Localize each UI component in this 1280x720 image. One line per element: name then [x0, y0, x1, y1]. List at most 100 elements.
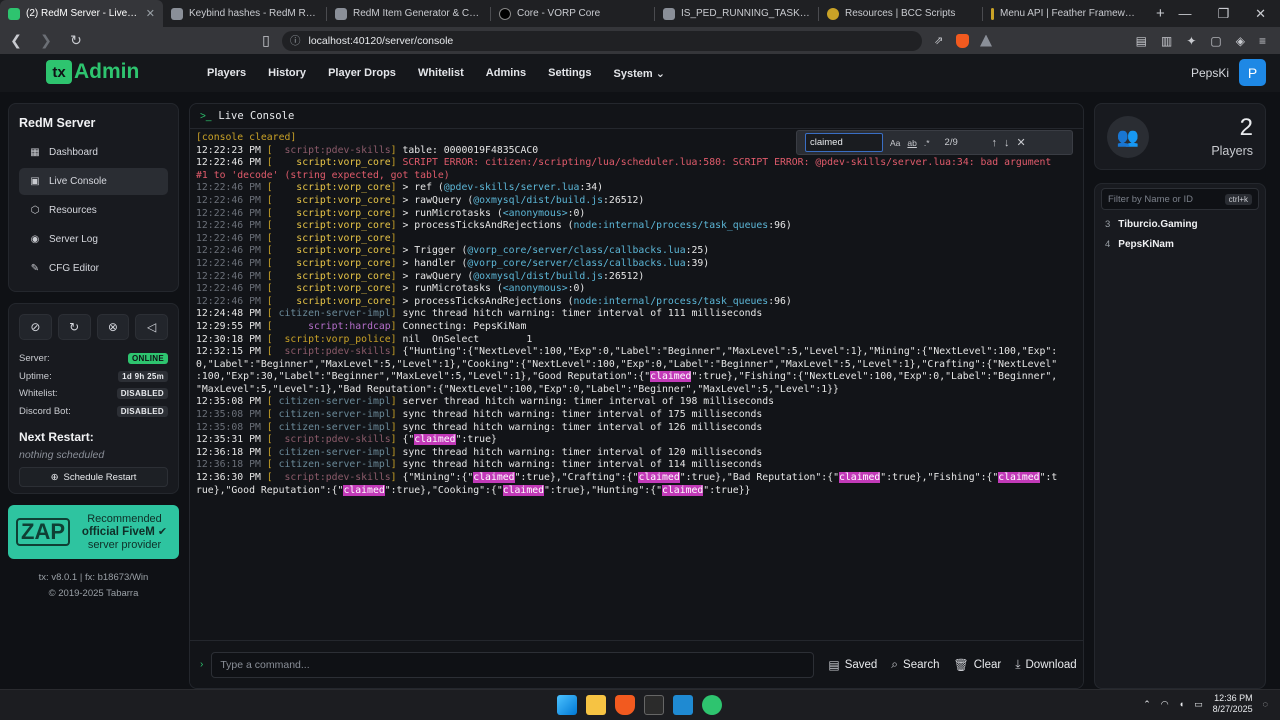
share-icon[interactable]: ⇗: [934, 34, 943, 47]
whitelist-row: Whitelist: DISABLED: [19, 385, 168, 403]
arrow-down-icon[interactable]: ↓: [1004, 137, 1010, 149]
nav-settings[interactable]: Settings: [537, 67, 602, 79]
player-row[interactable]: 4 PepsKiNam: [1095, 234, 1265, 254]
announce-button[interactable]: ◁: [135, 314, 168, 340]
sidebar-item-server-log[interactable]: ◉ Server Log: [19, 226, 168, 253]
browser-tab[interactable]: RedM Item Generator & Converter: [327, 0, 490, 27]
match-case-toggle[interactable]: Aa: [890, 138, 900, 148]
server-control-buttons: ⊘ ↻ ⊗ ◁: [19, 314, 168, 340]
browser-tab[interactable]: Menu API | Feather Framework: [983, 0, 1146, 27]
kick-all-button[interactable]: ⊗: [96, 314, 130, 340]
user-menu[interactable]: PepsKi P: [1191, 59, 1266, 86]
nav-system[interactable]: System ⌄: [603, 67, 676, 80]
discord-badge: DISABLED: [116, 405, 168, 417]
player-count: 2: [1239, 114, 1253, 141]
search-button[interactable]: ⌕ Search: [891, 657, 939, 672]
terminal-icon[interactable]: [644, 695, 664, 715]
site-favicon-icon: [335, 7, 347, 20]
sidebar-item-resources[interactable]: ⬡ Resources: [19, 197, 168, 224]
hs-app-icon[interactable]: [702, 695, 722, 715]
windows-start-icon[interactable]: [557, 695, 577, 715]
brave-browser-icon[interactable]: [615, 695, 635, 715]
saved-button[interactable]: ▤ Saved: [828, 658, 877, 672]
find-input[interactable]: claimed: [805, 133, 883, 152]
stop-server-button[interactable]: ⊘: [19, 314, 52, 340]
log-line: 12:22:46 PM [ script:vorp_core] > rawQue…: [196, 270, 645, 282]
file-download-icon: ⤓: [1015, 657, 1021, 671]
close-find-icon[interactable]: ✕: [1017, 136, 1026, 149]
site-info-icon[interactable]: ⓘ: [290, 33, 301, 48]
site-favicon-icon: [171, 7, 183, 20]
sidebar-icon[interactable]: ▥: [1161, 34, 1172, 48]
reader-mode-icon[interactable]: ▤: [1136, 34, 1147, 48]
window-controls: — ❐ ✕: [1178, 6, 1280, 22]
chevron-up-icon[interactable]: ⌃: [1143, 699, 1151, 710]
nav-whitelist[interactable]: Whitelist: [407, 67, 475, 79]
notification-icon[interactable]: ◌: [1263, 699, 1268, 709]
clear-button[interactable]: 🗑 Clear: [953, 658, 1001, 672]
clock[interactable]: 12:36 PM 8/27/2025: [1213, 693, 1253, 715]
extensions-icon[interactable]: ✦: [1186, 34, 1196, 48]
download-button[interactable]: ⤓ Download: [1015, 657, 1076, 672]
reload-icon[interactable]: ↻: [68, 32, 84, 49]
command-bar: › Type a command... ▤ Saved ⌕ Search 🗑 Clea…: [190, 640, 1083, 688]
file-explorer-icon[interactable]: [586, 695, 606, 715]
vscode-icon[interactable]: [673, 695, 693, 715]
log-line: 12:30:18 PM [ script:vorp_police] nil On…: [196, 333, 533, 345]
regex-toggle[interactable]: .*: [924, 138, 930, 148]
wifi-icon[interactable]: ◠: [1161, 699, 1169, 710]
log-line: 12:36:18 PM [ citizen-server-impl] sync …: [196, 459, 763, 471]
eye-icon: ◉: [30, 234, 40, 245]
close-tab-icon[interactable]: ✕: [146, 7, 155, 20]
log-line: 12:22:46 PM [ script:vorp_core] > runMic…: [196, 283, 586, 295]
browser-tab[interactable]: (2) RedM Server - Live Console✕: [0, 0, 163, 27]
forward-arrow-icon[interactable]: ❯: [38, 32, 54, 49]
maximize-icon[interactable]: ❐: [1217, 6, 1229, 22]
nav-history[interactable]: History: [257, 67, 317, 79]
player-row[interactable]: 3 Tiburcio.Gaming: [1095, 214, 1265, 234]
battery-icon[interactable]: ▭: [1194, 699, 1203, 710]
browser-tab[interactable]: Keybind hashes - RedM Resource Dev: [163, 0, 326, 27]
menu-icon[interactable]: ≡: [1259, 34, 1266, 48]
bookmark-icon[interactable]: ▯: [258, 32, 274, 49]
txadmin-favicon-icon: [8, 7, 20, 20]
close-window-icon[interactable]: ✕: [1255, 6, 1266, 22]
browser-tab[interactable]: IS_PED_RUNNING_TASK_ITEM_INTERACTION: [655, 0, 818, 27]
browser-tab[interactable]: Resources | BCC Scripts: [819, 0, 982, 27]
saved-icon: ▤: [828, 657, 840, 672]
discord-row: Discord Bot: DISABLED: [19, 403, 168, 421]
brave-shield-icon[interactable]: [956, 33, 969, 48]
sidebar-item-dashboard[interactable]: ▦ Dashboard: [19, 139, 168, 166]
minimize-icon[interactable]: —: [1178, 6, 1191, 22]
player-filter-input[interactable]: Filter by Name or ID ctrl+k: [1101, 188, 1259, 210]
back-arrow-icon[interactable]: ❮: [8, 32, 24, 49]
console-output[interactable]: [console cleared] 12:22:23 PM [ script:p…: [190, 129, 1083, 497]
system-tray: ⌃ ◠ ◖ ▭ 12:36 PM 8/27/2025 ◌: [1143, 693, 1268, 715]
nav-admins[interactable]: Admins: [475, 67, 537, 79]
avatar[interactable]: P: [1239, 59, 1266, 86]
browser-tab[interactable]: Core - VORP Core: [491, 0, 654, 27]
browser-actions: ▤ ▥ ✦ ▢ ◈ ≡: [1136, 34, 1266, 48]
log-line: 12:29:55 PM [ script:hardcap] Connecting…: [196, 320, 527, 332]
txadmin-logo[interactable]: tx Admin: [46, 60, 139, 84]
restart-server-button[interactable]: ↻: [57, 314, 91, 340]
whole-word-toggle[interactable]: ab: [907, 138, 916, 148]
volume-icon[interactable]: ◖: [1179, 699, 1184, 709]
address-bar[interactable]: ⓘ localhost:40120/server/console: [282, 30, 922, 51]
zap-hosting-banner[interactable]: ZAP Recommended official FiveM ✔ server …: [8, 505, 179, 559]
vpn-icon[interactable]: ◈: [1236, 34, 1245, 48]
wallet-icon[interactable]: ▢: [1210, 34, 1221, 48]
nav-players[interactable]: Players: [196, 67, 257, 79]
players-count-card: 👥 2 Players: [1094, 103, 1266, 170]
schedule-restart-button[interactable]: ⊕ Schedule Restart: [19, 467, 168, 487]
rewards-icon[interactable]: [980, 34, 992, 47]
command-input[interactable]: Type a command...: [211, 651, 815, 678]
sidebar-item-live-console[interactable]: ▣ Live Console: [19, 168, 168, 195]
sidebar-item-cfg-editor[interactable]: ✎ CFG Editor: [19, 255, 168, 282]
app-header: tx Admin Players History Player Drops Wh…: [0, 54, 1280, 92]
log-line: 12:36:18 PM [ citizen-server-impl] sync …: [196, 446, 763, 458]
players-label: Players: [1211, 144, 1253, 158]
arrow-up-icon[interactable]: ↑: [992, 137, 998, 149]
new-tab-button[interactable]: +: [1146, 5, 1175, 22]
nav-player-drops[interactable]: Player Drops: [317, 67, 407, 79]
